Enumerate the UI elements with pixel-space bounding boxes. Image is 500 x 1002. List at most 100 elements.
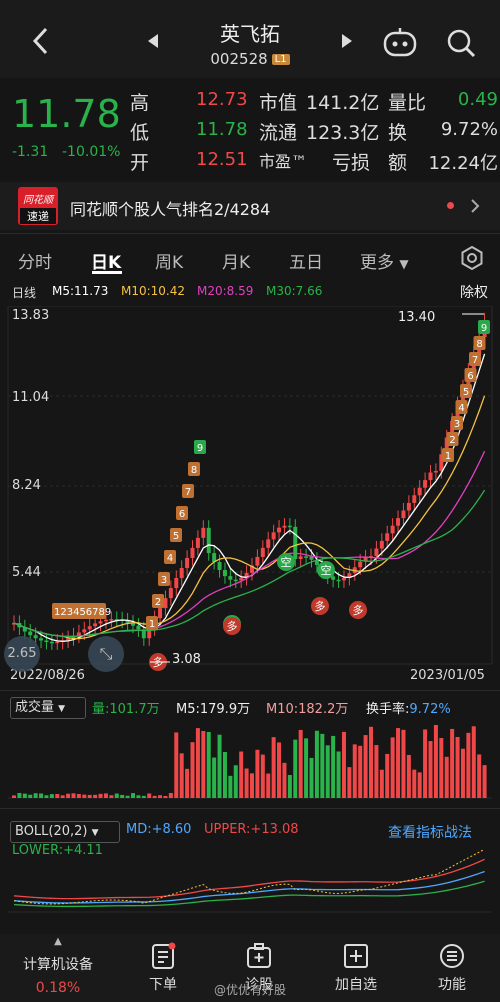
volume-bar (174, 732, 178, 798)
candle-body (39, 638, 43, 640)
search-icon[interactable] (446, 28, 476, 58)
candle-body (304, 556, 308, 558)
stock-name: 英飞拓 (0, 18, 500, 47)
volume-bar (364, 735, 368, 798)
indicator-strategy-link[interactable]: 查看指标战法 (388, 822, 472, 842)
candle-body (88, 626, 92, 629)
volume-chart[interactable] (0, 720, 500, 800)
caret-up-icon[interactable]: ▲ (0, 936, 116, 947)
boll-label: BOLL(20,2) (15, 824, 88, 839)
candle-body (288, 526, 292, 528)
candle-body (28, 632, 32, 636)
tab-more[interactable]: 更多 ▼ (360, 248, 409, 273)
candle-body (191, 548, 195, 558)
low-label: 低 (130, 118, 149, 145)
last-price: 11.78 (12, 92, 121, 136)
seq-counter-text: 2 (449, 435, 455, 446)
volume-bar (396, 728, 400, 798)
tab-intraday[interactable]: 分时 (18, 248, 52, 273)
seq-counter-text: 5 (173, 531, 179, 542)
volume-indicator-select[interactable]: 成交量 ▼ (10, 697, 86, 719)
order-button[interactable]: 下单 (140, 942, 186, 994)
kong-text: 空 (281, 555, 292, 569)
volume-bar (185, 769, 189, 798)
volume-bar (483, 765, 487, 798)
seq-counter-text: 8 (191, 465, 197, 476)
seq-counter-text: 3 (454, 419, 460, 430)
candle-body (174, 578, 178, 588)
robot-assistant-icon[interactable] (382, 26, 418, 58)
seq-counter-text: 1 (149, 619, 155, 630)
volume-bar (374, 745, 378, 798)
volume-bar (326, 745, 330, 798)
chevron-right-icon[interactable] (470, 198, 480, 214)
volume-bar (456, 737, 460, 798)
tab-more-label: 更多 (360, 253, 394, 273)
volume-bar (472, 726, 476, 798)
candle-body (207, 528, 211, 553)
tab-weekly-k[interactable]: 周K (155, 248, 183, 273)
tab-daily-k[interactable]: 日K (91, 248, 121, 273)
volume-bar (461, 749, 465, 798)
stock-code: 002528 L1 (0, 50, 500, 68)
vr-value: 0.49 (458, 89, 498, 110)
candle-body (185, 558, 189, 568)
boll-lines-group (14, 849, 485, 906)
popularity-rank-banner[interactable]: 同花顺 速递 同花顺个股人气排名2/4284 (0, 182, 500, 230)
candle-body (218, 562, 222, 570)
caret-down-icon: ▼ (58, 704, 65, 714)
candle-body (396, 518, 400, 526)
volume-bar (293, 740, 297, 798)
order-label: 下单 (140, 974, 186, 994)
candle-body (82, 629, 86, 632)
low-value: 11.78 (196, 119, 248, 140)
next-stock-icon[interactable] (340, 33, 354, 49)
volume-bar (23, 794, 27, 798)
volume-bar (55, 794, 59, 798)
volume-bar (39, 793, 43, 798)
volume-bar (228, 776, 232, 798)
boll-chart[interactable] (0, 840, 500, 920)
volume-bar (304, 738, 308, 798)
functions-button[interactable]: 功能 (430, 942, 474, 994)
zoom-icon[interactable]: ⤡ (88, 636, 124, 672)
volume-bar (191, 742, 195, 798)
adjustment-toggle[interactable]: 除权 (460, 282, 488, 302)
volume-bar (99, 794, 103, 798)
volume-bar (201, 731, 205, 798)
candle-body (412, 495, 416, 503)
candle-body (201, 528, 205, 538)
add-watchlist-icon (342, 942, 370, 970)
cursor-bubble[interactable]: 2.65 (4, 636, 40, 672)
pe-label: 市盈™ (259, 148, 307, 172)
volume-bar (44, 795, 48, 798)
tab-five-day[interactable]: 五日 (289, 248, 323, 273)
settings-icon[interactable] (460, 246, 484, 270)
volume-bar (434, 725, 438, 798)
menu-icon (438, 942, 466, 970)
pe-value: 亏损 (332, 148, 370, 175)
boll-upper: UPPER:+13.08 (204, 822, 299, 837)
sector-name[interactable]: 计算机设备 (0, 954, 116, 974)
candle-body (434, 471, 438, 473)
tab-monthly-k[interactable]: 月K (222, 248, 250, 273)
boll-md: MD:+8.60 (126, 822, 191, 837)
kong-text: 空 (321, 563, 332, 577)
volume-bar (28, 795, 32, 798)
volume-bar (358, 746, 362, 798)
caret-down-icon: ▼ (399, 257, 408, 271)
ma10-line (14, 396, 485, 639)
volume-bar (369, 727, 373, 798)
add-watchlist-button[interactable]: 加自选 (328, 942, 384, 994)
kong-marker: 空 (277, 553, 295, 571)
volume-bar (34, 793, 38, 798)
candle-body (374, 549, 378, 557)
candle-body (50, 642, 54, 644)
seq-counter-text: 7 (185, 487, 191, 498)
kline-chart[interactable]: 空空空多多多多123456789123456789123456789 (0, 306, 500, 686)
candle-body (255, 557, 259, 566)
volume-bar (223, 752, 227, 798)
volume-bar (245, 769, 249, 798)
candle-body (391, 526, 395, 534)
seq-counter-text: 9 (481, 323, 487, 334)
